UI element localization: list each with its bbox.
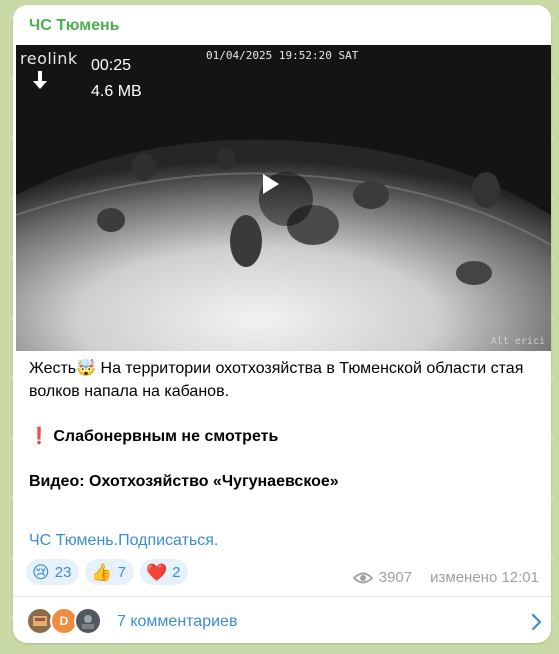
comments-button[interactable]: D 7 комментариев [13,597,551,643]
video-duration: 00:25 [91,57,132,74]
reaction-thumbs-up[interactable]: 👍 7 [85,559,134,585]
post-text: Жесть🤯 На территории охотхозяйства в Тюм… [29,357,539,493]
edited-time: изменено 12:01 [430,569,539,586]
reactions-bar: 😢 23 👍 7 ❤️ 2 [26,559,189,585]
cry-emoji-icon: 😢 [32,562,50,582]
exclamation-icon: ❗ [29,428,49,445]
view-count: 3907 [378,569,413,586]
reaction-heart[interactable]: ❤️ 2 [139,559,189,585]
warning-text: Слабонервным не смотреть [53,428,279,445]
channel-name[interactable]: ЧС Тюмень [29,17,120,35]
video-size: 4.6 MB [91,83,142,100]
comments-label: 7 комментариев [117,613,238,630]
camera-brand: reolink [20,49,78,68]
message-bubble: ЧС Тюмень reolink 01/04/2025 19:52:20 SA… [13,5,551,643]
eye-icon [352,572,373,583]
thumbs-up-emoji-icon: 👍 [91,562,113,582]
avatar [74,607,102,635]
heart-emoji-icon: ❤️ [145,562,168,582]
commenter-avatars: D [26,607,116,635]
camera-timestamp: 01/04/2025 19:52:20 SAT [206,49,359,62]
post-paragraph-1: Жесть🤯 На территории охотхозяйства в Тюм… [29,360,524,400]
message-meta: 3907 изменено 12:01 [352,569,539,586]
avatar-letter: D [59,614,69,628]
camera-watermark: Alt erici [490,336,545,347]
reaction-count: 7 [117,563,126,581]
post-paragraph-2: ❗ Слабонервным не смотреть [29,425,539,448]
subscribe-link[interactable]: ЧС Тюмень.Подписаться. [29,532,218,550]
play-icon [263,174,279,194]
download-icon[interactable] [30,69,50,93]
chevron-right-icon [531,613,542,631]
reaction-count: 2 [172,563,181,581]
play-button[interactable] [259,172,313,226]
post-paragraph-3: Видео: Охотхозяйство «Чугунаевское» [29,473,339,490]
video-player[interactable]: reolink 01/04/2025 19:52:20 SAT Alt eric… [16,45,551,351]
reaction-cry[interactable]: 😢 23 [26,559,80,585]
reaction-count: 23 [54,563,72,581]
